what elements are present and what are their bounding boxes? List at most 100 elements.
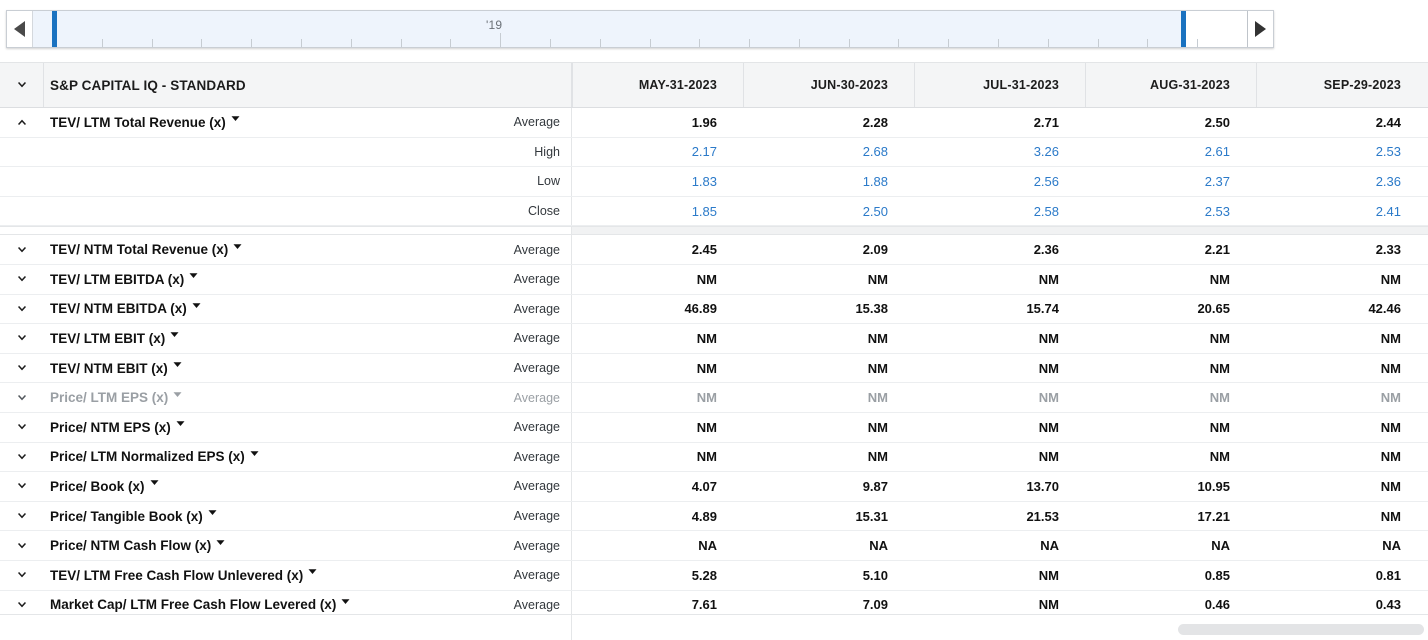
row-expand-toggle[interactable] (0, 531, 44, 560)
metric-name-cell[interactable]: TEV/ NTM EBITDA (x) (44, 295, 473, 324)
value-cell[interactable]: 2.61 (1085, 138, 1256, 167)
row-expand-toggle[interactable] (0, 413, 44, 442)
horizontal-scrollbar[interactable] (574, 624, 1428, 635)
timeline-handle-left[interactable] (52, 11, 57, 47)
row-expand-toggle[interactable] (0, 561, 44, 590)
value-cell[interactable]: 2.53 (1085, 197, 1256, 226)
metric-name-cell[interactable]: TEV/ LTM Free Cash Flow Unlevered (x) (44, 561, 473, 590)
cell-value[interactable]: 2.68 (863, 144, 888, 159)
value-cell[interactable]: 1.83 (572, 167, 743, 196)
metric-name-cell[interactable]: TEV/ NTM EBIT (x) (44, 354, 473, 383)
metric-dropdown-caret-icon[interactable] (173, 360, 187, 374)
value-cell: 15.38 (743, 295, 914, 324)
cell-value[interactable]: 2.41 (1376, 204, 1401, 219)
grid-header-col-0[interactable]: MAY-31-2023 (572, 63, 743, 107)
timeline-scroll-right-button[interactable] (1247, 11, 1273, 47)
value-cell: 15.31 (743, 502, 914, 531)
value-cell[interactable]: 1.85 (572, 197, 743, 226)
value-cell[interactable]: 3.26 (914, 138, 1085, 167)
metric-dropdown-caret-icon[interactable] (170, 330, 184, 344)
metric-dropdown-caret-icon[interactable] (216, 538, 230, 552)
cell-value: NM (868, 361, 888, 376)
metric-dropdown-caret-icon[interactable] (189, 271, 203, 285)
value-cell: 2.21 (1085, 235, 1256, 264)
metric-dropdown-caret-icon[interactable] (231, 114, 245, 128)
row-expand-toggle[interactable] (0, 502, 44, 531)
value-cell[interactable]: 2.41 (1256, 197, 1427, 226)
cell-value: 2.33 (1376, 242, 1401, 257)
cell-value[interactable]: 1.88 (863, 174, 888, 189)
metric-name-cell[interactable]: TEV/ LTM EBITDA (x) (44, 265, 473, 294)
cell-value[interactable]: 2.53 (1205, 204, 1230, 219)
cell-value[interactable]: 2.53 (1376, 144, 1401, 159)
timeline-tick (699, 39, 700, 47)
metric-name-cell[interactable]: Price/ LTM EPS (x) (44, 383, 473, 412)
horizontal-scrollbar-thumb[interactable] (1178, 624, 1424, 635)
metric-dropdown-caret-icon[interactable] (208, 508, 222, 522)
metric-name-cell[interactable]: TEV/ NTM Total Revenue (x) (44, 235, 473, 264)
metric-name-cell[interactable]: Price/ LTM Normalized EPS (x) (44, 443, 473, 472)
cell-value: NM (1039, 390, 1059, 405)
value-cell: NM (1256, 472, 1427, 501)
value-cell: 2.09 (743, 235, 914, 264)
row-expand-toggle[interactable] (0, 265, 44, 294)
value-cell[interactable]: 2.37 (1085, 167, 1256, 196)
row-expand-toggle[interactable] (0, 354, 44, 383)
grid-header-col-2[interactable]: JUL-31-2023 (914, 63, 1085, 107)
grid-header-collapse-toggle[interactable] (0, 63, 44, 107)
value-cell[interactable]: 2.50 (743, 197, 914, 226)
metric-name-cell[interactable]: Price/ Book (x) (44, 472, 473, 501)
metric-dropdown-caret-icon[interactable] (250, 449, 264, 463)
cell-value[interactable]: 2.17 (692, 144, 717, 159)
metric-label: TEV/ LTM Free Cash Flow Unlevered (x) (50, 568, 303, 583)
metric-dropdown-caret-icon[interactable] (173, 390, 187, 404)
value-cell: NM (914, 354, 1085, 383)
metric-name-cell[interactable]: Price/ Tangible Book (x) (44, 502, 473, 531)
metric-name-cell[interactable]: Price/ NTM Cash Flow (x) (44, 531, 473, 560)
value-cell[interactable]: 2.68 (743, 138, 914, 167)
metric-dropdown-caret-icon[interactable] (341, 597, 355, 611)
row-expand-toggle[interactable] (0, 443, 44, 472)
cell-value[interactable]: 2.36 (1376, 174, 1401, 189)
value-cell[interactable]: 2.58 (914, 197, 1085, 226)
grid-header-stat-cell (473, 63, 572, 107)
row-expand-toggle[interactable] (0, 324, 44, 353)
cell-value[interactable]: 2.37 (1205, 174, 1230, 189)
value-cell: NA (1085, 531, 1256, 560)
cell-value[interactable]: 2.50 (863, 204, 888, 219)
cell-value[interactable]: 2.61 (1205, 144, 1230, 159)
metric-dropdown-caret-icon[interactable] (176, 419, 190, 433)
value-cell[interactable]: 2.17 (572, 138, 743, 167)
timeline-tick (749, 39, 750, 47)
metric-dropdown-caret-icon[interactable] (308, 567, 322, 581)
metric-dropdown-caret-icon[interactable] (150, 478, 164, 492)
value-cell: 46.89 (572, 295, 743, 324)
value-cell[interactable]: 2.36 (1256, 167, 1427, 196)
timeline-handle-right[interactable] (1181, 11, 1186, 47)
value-cell[interactable]: 1.88 (743, 167, 914, 196)
cell-value[interactable]: 2.58 (1034, 204, 1059, 219)
value-cell[interactable]: 2.56 (914, 167, 1085, 196)
value-cell[interactable]: 2.53 (1256, 138, 1427, 167)
row-expand-toggle[interactable] (0, 108, 44, 137)
metric-name-cell[interactable]: Price/ NTM EPS (x) (44, 413, 473, 442)
timeline-range-slider[interactable]: '19 (6, 10, 1274, 48)
cell-value[interactable]: 2.56 (1034, 174, 1059, 189)
cell-value[interactable]: 1.85 (692, 204, 717, 219)
row-expand-toggle[interactable] (0, 235, 44, 264)
metric-name-cell[interactable]: TEV/ LTM EBIT (x) (44, 324, 473, 353)
cell-value[interactable]: 1.83 (692, 174, 717, 189)
metric-dropdown-caret-icon[interactable] (192, 301, 206, 315)
row-expand-toggle[interactable] (0, 472, 44, 501)
grid-header-col-1[interactable]: JUN-30-2023 (743, 63, 914, 107)
cell-value[interactable]: 3.26 (1034, 144, 1059, 159)
grid-header-col-4[interactable]: SEP-29-2023 (1256, 63, 1427, 107)
grid-header-col-3[interactable]: AUG-31-2023 (1085, 63, 1256, 107)
metric-label: TEV/ LTM EBITDA (x) (50, 272, 184, 287)
timeline-scroll-left-button[interactable] (7, 11, 33, 47)
timeline-track[interactable]: '19 (33, 11, 1247, 47)
row-expand-toggle[interactable] (0, 383, 44, 412)
metric-name-cell[interactable]: TEV/ LTM Total Revenue (x) (44, 108, 473, 137)
metric-dropdown-caret-icon[interactable] (233, 242, 247, 256)
row-expand-toggle[interactable] (0, 295, 44, 324)
